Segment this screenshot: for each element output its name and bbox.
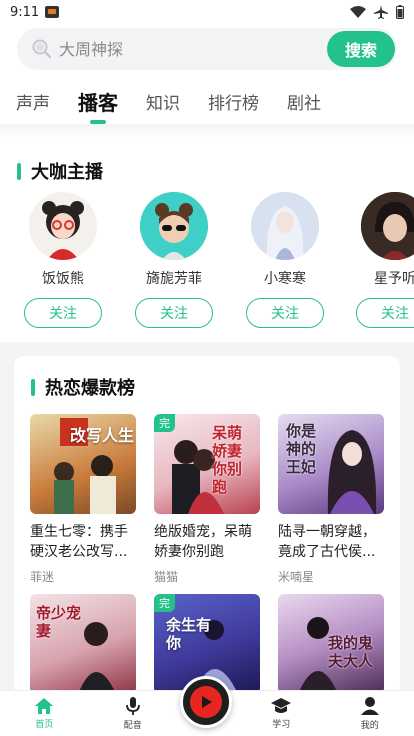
hot-romance-card: 热恋爆款榜 改写人生 重生七零：携手硬汉老公改写... 菲迷 完 呆萌娇妻你别跑… — [14, 356, 400, 696]
completed-badge: 完 — [154, 414, 175, 432]
hot-romance-title: 热恋爆款榜 — [31, 374, 135, 400]
host-name: 饭饭熊 — [42, 271, 84, 287]
search-bar: 搜索 — [17, 28, 397, 70]
play-button[interactable] — [180, 676, 232, 728]
play-disc — [190, 686, 222, 718]
host-avatar[interactable] — [361, 192, 414, 260]
book-card[interactable]: 你是神的王妃 陆寻一朝穿越，竟成了古代侯... 米喃星 — [278, 414, 386, 585]
book-card[interactable]: 帝少宠妻 — [30, 594, 138, 696]
host-card[interactable]: 小寒寒 关注 — [245, 192, 325, 328]
book-title: 重生七零：携手硬汉老公改写... — [30, 524, 128, 560]
tab-shengsheng[interactable]: 声声 — [16, 89, 50, 114]
status-time: 9:11 — [10, 4, 40, 20]
book-cover[interactable]: 完 呆萌娇妻你别跑 — [154, 414, 260, 514]
hot-romance-section: 热恋爆款榜 改写人生 重生七零：携手硬汉老公改写... 菲迷 完 呆萌娇妻你别跑… — [0, 356, 414, 696]
tab-knowledge[interactable]: 知识 — [146, 89, 180, 114]
book-cover[interactable]: 我的鬼夫大人 — [278, 594, 384, 694]
hosts-carousel[interactable]: 饭饭熊 关注 旖旎芳菲 关注 小寒寒 关注 星予听 关注 — [0, 192, 414, 342]
host-name: 旖旎芳菲 — [146, 271, 202, 287]
book-card[interactable]: 改写人生 重生七零：携手硬汉老公改写... 菲迷 — [30, 414, 138, 585]
person-icon — [360, 697, 379, 715]
tab-rankings[interactable]: 排行榜 — [208, 89, 259, 114]
category-tabs: 声声 播客 知识 排行榜 剧社 — [0, 84, 414, 118]
cover-title: 帝少宠妻 — [36, 604, 82, 640]
tab-drama-club[interactable]: 剧社 — [287, 89, 321, 114]
host-avatar[interactable] — [140, 192, 208, 260]
section-divider — [0, 124, 414, 140]
microphone-icon — [125, 697, 140, 715]
home-icon — [35, 698, 54, 714]
host-name: 星予听 — [374, 271, 414, 287]
hot-romance-title-text: 热恋爆款榜 — [45, 378, 135, 399]
search-input[interactable] — [59, 39, 279, 59]
host-card[interactable]: 星予听 关注 — [355, 192, 414, 328]
nav-learning-label: 学习 — [272, 720, 291, 730]
status-icons — [350, 5, 404, 19]
nav-dubbing[interactable]: 配音 — [103, 696, 163, 731]
host-name: 小寒寒 — [264, 271, 306, 287]
tab-podcast[interactable]: 播客 — [78, 87, 118, 116]
top-hosts-title: 大咖主播 — [17, 158, 103, 184]
host-avatar[interactable] — [251, 192, 319, 260]
follow-button[interactable]: 关注 — [356, 298, 414, 328]
follow-button[interactable]: 关注 — [135, 298, 213, 328]
search-button[interactable]: 搜索 — [327, 31, 395, 67]
book-cover[interactable]: 帝少宠妻 — [30, 594, 136, 694]
book-author: 米喃星 — [278, 570, 315, 584]
book-card[interactable]: 我的鬼夫大人 — [278, 594, 386, 696]
notification-app-icon — [45, 6, 60, 18]
battery-icon — [396, 5, 404, 19]
follow-button[interactable]: 关注 — [246, 298, 324, 328]
title-accent-bar — [17, 162, 21, 180]
cover-title: 呆萌娇妻你别跑 — [212, 424, 243, 496]
book-author: 猫猫 — [154, 570, 179, 584]
nav-dubbing-label: 配音 — [123, 721, 142, 731]
title-accent-bar — [31, 378, 35, 396]
play-icon — [202, 696, 212, 708]
cover-title: 我的鬼夫大人 — [328, 634, 374, 670]
nav-profile[interactable]: 我的 — [340, 696, 400, 731]
graduation-cap-icon — [271, 698, 292, 713]
book-cover[interactable]: 改写人生 — [30, 414, 136, 514]
wifi-icon — [350, 6, 366, 18]
airplane-icon — [374, 5, 388, 19]
status-bar: 9:11 — [0, 0, 414, 24]
top-hosts-title-text: 大咖主播 — [31, 162, 103, 183]
follow-button[interactable]: 关注 — [24, 298, 102, 328]
book-author: 菲迷 — [30, 570, 55, 584]
section-gap — [0, 342, 414, 356]
nav-profile-label: 我的 — [360, 721, 379, 731]
nav-home-label: 首页 — [35, 720, 54, 730]
host-avatar[interactable] — [29, 192, 97, 260]
nav-learning[interactable]: 学习 — [251, 697, 311, 730]
book-card[interactable]: 完 呆萌娇妻你别跑 绝版婚宠，呆萌娇妻你别跑 猫猫 — [154, 414, 262, 585]
cover-title: 余生有你 — [166, 616, 212, 652]
search-icon — [32, 39, 52, 59]
completed-badge: 完 — [154, 594, 175, 612]
nav-home[interactable]: 首页 — [14, 697, 74, 730]
cover-title: 改写人生 — [70, 426, 135, 445]
book-title: 绝版婚宠，呆萌娇妻你别跑 — [154, 524, 252, 560]
host-card[interactable]: 旖旎芳菲 关注 — [134, 192, 214, 328]
cover-title: 你是神的王妃 — [286, 422, 317, 476]
host-card[interactable]: 饭饭熊 关注 — [23, 192, 103, 328]
top-hosts-section: 大咖主播 饭饭熊 关注 旖旎芳菲 关注 小寒寒 关注 星予听 关注 — [0, 140, 414, 342]
book-cover[interactable]: 你是神的王妃 — [278, 414, 384, 514]
book-title: 陆寻一朝穿越，竟成了古代侯... — [278, 524, 376, 560]
